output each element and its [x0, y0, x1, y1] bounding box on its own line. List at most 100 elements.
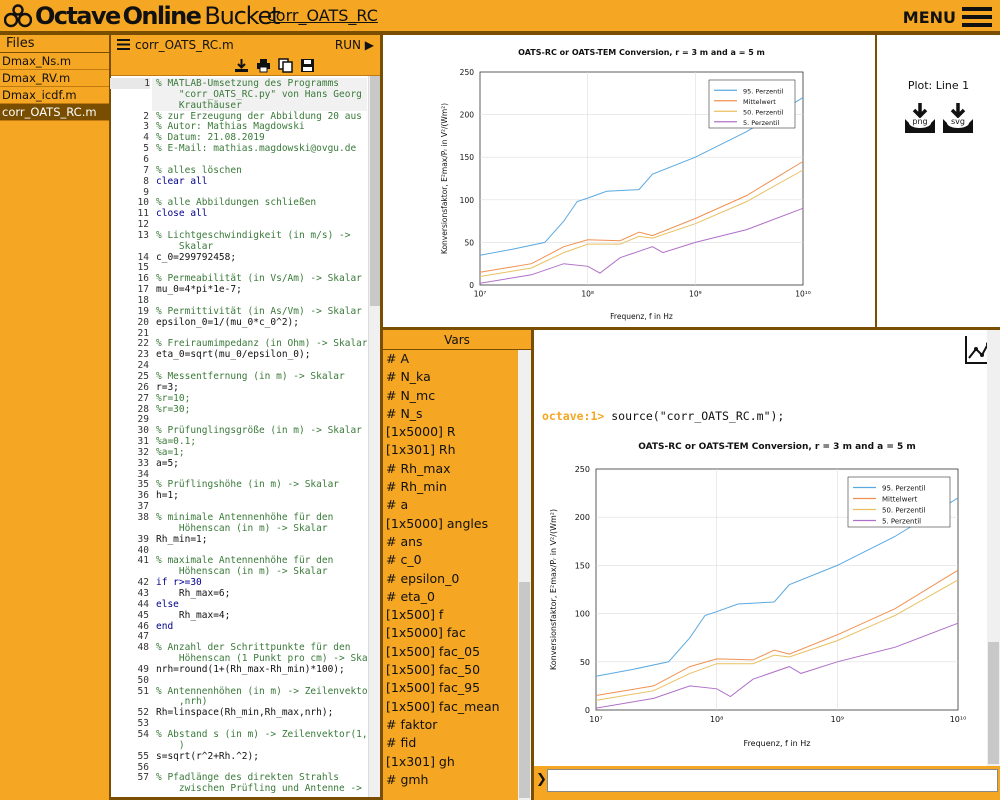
editor-scroll-thumb[interactable]	[370, 76, 380, 306]
file-item[interactable]: corr_OATS_RC.m	[0, 104, 109, 121]
variable-item[interactable]: [1x301] gh	[383, 753, 517, 771]
line-number: 25	[137, 370, 149, 382]
command-input[interactable]	[547, 769, 998, 792]
variable-item[interactable]: # faktor	[383, 716, 517, 734]
variable-item[interactable]: [1x500] fac_05	[383, 643, 517, 661]
variable-item[interactable]: [1x5000] angles	[383, 515, 517, 533]
code-line: % minimale Antennenhöhe für den	[156, 512, 334, 523]
line-number: 10	[137, 197, 149, 209]
variable-item[interactable]: # N_ka	[383, 368, 517, 386]
variable-item[interactable]: # ans	[383, 533, 517, 551]
file-item[interactable]: Dmax_Ns.m	[0, 53, 109, 70]
code-line: %a=1;	[156, 446, 185, 458]
chart-title: OATS-RC or OATS-TEM Conversion, r = 3 m …	[638, 442, 916, 452]
variable-item[interactable]: # N_mc	[383, 387, 517, 405]
variable-item[interactable]: # gmh	[383, 771, 517, 789]
variable-item[interactable]: # A	[383, 350, 517, 368]
download-png-button[interactable]: png	[903, 101, 937, 135]
command-prompt-icon: ❯	[536, 772, 547, 787]
code-line: % Abstand s (in m) -> Zeilenvektor(1,nrh	[156, 729, 367, 740]
variable-item[interactable]: # Rh_max	[383, 460, 517, 478]
brand-logo[interactable]: Octave Online Bucket	[4, 2, 280, 30]
top-bar: Octave Online Bucket corr_OATS_RC MENU	[0, 0, 1000, 33]
y-tick-label: 200	[575, 513, 590, 522]
file-item[interactable]: Dmax_icdf.m	[0, 87, 109, 104]
variable-item[interactable]: # fid	[383, 734, 517, 752]
line-number: 13	[137, 229, 149, 241]
code-area[interactable]: % MATLAB-Umsetzung des Programms "corr_O…	[152, 76, 367, 797]
variable-item[interactable]: # a	[383, 496, 517, 514]
y-tick-label: 150	[575, 561, 590, 570]
console-scroll-thumb[interactable]	[988, 642, 999, 764]
file-item[interactable]: Dmax_RV.m	[0, 70, 109, 87]
code-line: r=3;	[156, 381, 179, 393]
line-number: 39	[137, 533, 149, 545]
line-number: 40	[137, 544, 149, 556]
legend-label: 95. Perzentil	[882, 485, 926, 493]
variable-item[interactable]: [1x500] f	[383, 606, 517, 624]
code-line: eta_0=sqrt(mu_0/epsilon_0);	[156, 349, 311, 361]
variable-item[interactable]: [1x5000] fac	[383, 624, 517, 642]
code-line: Rh_min=1;	[156, 533, 208, 545]
variable-item[interactable]: [1x500] fac_mean	[383, 698, 517, 716]
editor-filename: corr_OATS_RC.m	[135, 38, 234, 52]
x-tick-label: 10⁷	[474, 290, 487, 299]
code-line: % Anzahl der Schrittpunkte für den	[156, 642, 351, 654]
line-number: 33	[137, 457, 149, 469]
copy-icon[interactable]	[278, 58, 293, 73]
project-title-link[interactable]: corr_OATS_RC	[267, 6, 378, 25]
variable-item[interactable]: [1x500] fac_50	[383, 661, 517, 679]
code-line: "corr_OATS_RC.py" von Hans Georg	[152, 88, 367, 100]
line-number: 37	[137, 501, 149, 513]
x-tick-label: 10¹⁰	[795, 290, 811, 299]
svg-label: svg	[951, 117, 965, 126]
line-number: 4	[143, 132, 149, 144]
run-button[interactable]: RUN ▶	[335, 35, 374, 55]
variable-item[interactable]: # N_s	[383, 405, 517, 423]
code-line: a=5;	[156, 457, 179, 469]
code-line: s=sqrt(r^2+Rh.^2);	[156, 750, 259, 762]
y-tick-label: 100	[575, 610, 590, 619]
line-number: 48	[137, 642, 149, 654]
console-command: source("corr_OATS_RC.m");	[611, 409, 785, 423]
vars-scrollbar[interactable]	[518, 350, 531, 800]
plot-line-label: Plot: Line 1	[907, 79, 970, 92]
menu-button[interactable]: MENU	[903, 4, 992, 30]
editor-toolbar	[111, 55, 380, 76]
vars-scroll-thumb[interactable]	[519, 582, 530, 798]
line-number: 26	[137, 381, 149, 393]
variable-item[interactable]: # epsilon_0	[383, 570, 517, 588]
console-scrollbar[interactable]	[987, 330, 1000, 766]
legend-label: 50. Perzentil	[743, 108, 784, 116]
variable-item[interactable]: [1x5000] R	[383, 423, 517, 441]
line-number: 29	[137, 414, 149, 426]
editor-scrollbar[interactable]	[368, 76, 380, 797]
line-number: 11	[137, 208, 149, 220]
line-number: 2	[143, 110, 149, 122]
code-line: % Messentfernung (in m) -> Skalar	[156, 370, 345, 382]
download-icon[interactable]	[234, 58, 249, 73]
variable-item[interactable]: # c_0	[383, 551, 517, 569]
line-number: 27	[137, 392, 149, 404]
variable-item[interactable]: # Rh_min	[383, 478, 517, 496]
code-line: % Lichtgeschwindigkeit (in m/s) ->	[156, 229, 351, 241]
line-number: 57	[137, 772, 149, 784]
save-icon[interactable]	[300, 58, 315, 73]
menu-label: MENU	[902, 7, 956, 27]
code-editor[interactable]: corr_OATS_RC.m RUN ▶ 1 2 3 4 5 6 7 8 9 10 11 12 13 14…	[110, 35, 380, 797]
download-svg-button[interactable]: svg	[941, 101, 975, 135]
line-number-gutter: 1 2 3 4 5 6 7 8 9 10 11 12 13 14 15 16 17 18 19 20 21 22 23 24 2…	[110, 76, 151, 797]
code-line: close all	[156, 208, 208, 220]
editor-menu-icon[interactable]	[117, 39, 130, 50]
line-number: 38	[137, 512, 149, 523]
line-number: 41	[137, 555, 149, 567]
line-number: 42	[137, 577, 149, 589]
variable-item[interactable]: [1x301] Rh	[383, 441, 517, 459]
y-tick-label: 100	[460, 196, 475, 205]
code-line: % Prüflingshöhe (in m) -> Skalar	[156, 479, 340, 491]
variable-item[interactable]: [1x500] fac_95	[383, 679, 517, 697]
line-number: 15	[137, 262, 149, 274]
variable-item[interactable]: # eta_0	[383, 588, 517, 606]
print-icon[interactable]	[256, 58, 271, 73]
legend-label: 5. Perzentil	[882, 518, 921, 526]
